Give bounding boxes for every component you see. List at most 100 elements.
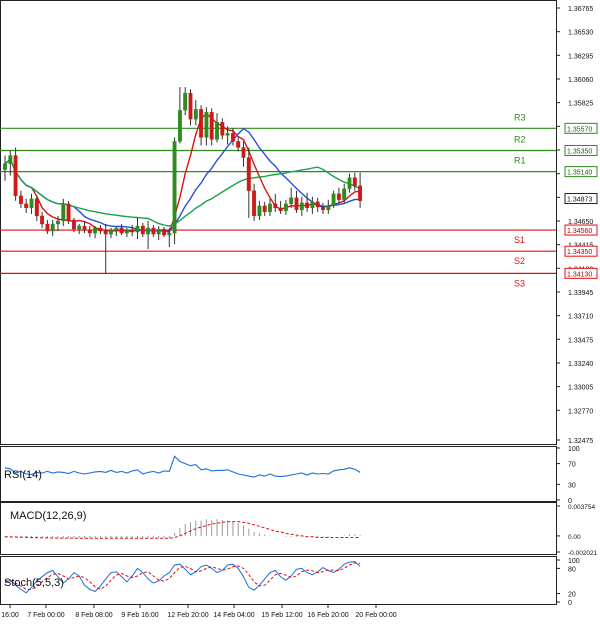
candle-body — [87, 229, 92, 234]
candle-body — [315, 201, 320, 208]
macd-tick-label: -0.002021 — [568, 550, 598, 557]
time-tick-label: 20 Feb 00:00 — [355, 612, 396, 619]
candle-body — [358, 185, 363, 201]
candle-body — [93, 227, 98, 234]
candle-body — [193, 109, 198, 120]
candle-body — [220, 122, 225, 136]
candle-body — [124, 229, 129, 234]
candle-body — [283, 203, 288, 212]
candle-body — [61, 203, 66, 222]
level-name-s1: S1 — [514, 235, 525, 245]
candle-body — [241, 147, 246, 158]
candle-body — [225, 133, 230, 136]
current-price-tag: 1.34873 — [564, 193, 598, 205]
price-tick-label: 1.33005 — [568, 385, 593, 392]
candle-body — [82, 225, 87, 231]
candle-body — [262, 205, 267, 213]
candle-body — [162, 228, 166, 236]
candle-body — [188, 92, 193, 120]
candle-body — [172, 141, 177, 234]
candle-body — [3, 163, 7, 170]
time-tick-label: 16 Feb 20:00 — [307, 612, 348, 619]
level-tag-text-s1: 1.34560 — [567, 228, 592, 235]
candle-body — [24, 203, 29, 209]
candle-body — [352, 177, 357, 186]
candle-body — [13, 155, 18, 196]
candle-body — [326, 205, 331, 211]
level-name-r2: R2 — [514, 134, 526, 144]
candle-body — [209, 112, 214, 140]
candle-body — [305, 202, 310, 209]
price-tick-label: 1.33710 — [568, 314, 593, 321]
time-tick-label: 15 Feb 12:00 — [261, 612, 302, 619]
price-tick-label: 1.33945 — [568, 290, 593, 297]
candle-body — [347, 177, 352, 189]
candle-body — [146, 227, 151, 235]
price-tick-label: 1.35825 — [568, 101, 593, 108]
time-tick-label: 7 Feb 00:00 — [27, 612, 64, 619]
price-tick-label: 1.33475 — [568, 337, 593, 344]
candle-body — [204, 112, 209, 138]
candle-body — [268, 203, 272, 213]
candle-body — [199, 109, 204, 138]
price-tick-label: 1.32475 — [568, 438, 593, 445]
candle-body — [77, 225, 82, 230]
macd-tick-label: 0.003754 — [568, 504, 595, 511]
candle-body — [183, 92, 188, 111]
time-tick-label: 8 Feb 08:00 — [75, 612, 112, 619]
stoch-tick-label: 20 — [568, 592, 576, 599]
candle-body — [119, 227, 124, 234]
time-tick-label: 14 Feb 04:00 — [213, 612, 254, 619]
candle-body — [135, 225, 140, 233]
candle-body — [273, 203, 278, 209]
candle-body — [109, 229, 113, 235]
price-tick-label: 1.33240 — [568, 361, 593, 368]
candle-body — [50, 223, 55, 232]
candle-body — [230, 133, 235, 142]
candle-body — [252, 190, 257, 217]
candle-body — [342, 188, 347, 200]
price-tick-label: 1.36530 — [568, 30, 593, 37]
price-tick-label: 1.36060 — [568, 77, 593, 84]
candle-body — [140, 225, 145, 235]
candle-body — [310, 201, 315, 209]
time-tick-label: 16:00 — [1, 612, 19, 619]
candle-body — [289, 197, 294, 205]
candle-body — [215, 122, 219, 140]
candle-body — [40, 215, 45, 225]
level-name-s2: S2 — [514, 256, 525, 266]
candle-body — [8, 155, 13, 164]
candle-body — [29, 198, 34, 209]
candle-body — [294, 197, 299, 211]
level-name-r3: R3 — [514, 112, 526, 122]
rsi-label: RSI(14) — [4, 469, 42, 481]
forex-chart-window: 1.36765 1.36530 1.36295 1.36060 1.35825 1.355… — [0, 0, 600, 622]
candle-body — [71, 219, 76, 230]
stoch-tick-label: 100 — [568, 558, 580, 565]
candle-body — [236, 141, 241, 148]
rsi-tick-label: 70 — [568, 462, 576, 469]
price-tick-label: 1.36765 — [568, 6, 593, 13]
candle-body — [45, 223, 50, 232]
candle-body — [103, 230, 108, 235]
macd-label: MACD(12,26,9) — [10, 510, 86, 522]
candle-body — [321, 206, 325, 211]
rsi-tick-label: 30 — [568, 482, 576, 489]
candle-body — [156, 228, 161, 235]
candle-body — [98, 227, 103, 232]
candle-body — [331, 193, 336, 207]
candle-body — [56, 220, 60, 225]
candle-body — [257, 205, 262, 217]
price-tick-label: 1.36295 — [568, 53, 593, 60]
rsi-tick-label: 100 — [568, 446, 580, 453]
chart-canvas[interactable]: 1.36765 1.36530 1.36295 1.36060 1.35825 1.355… — [0, 0, 600, 622]
level-tag-text-r1: 1.35140 — [567, 170, 592, 177]
stoch-label: Stoch(5,5,3) — [4, 577, 64, 589]
candle-body — [130, 229, 135, 233]
level-tag-text-r3: 1.35570 — [567, 126, 592, 133]
level-tag-text-r2: 1.35350 — [567, 148, 592, 155]
candle-body — [278, 207, 283, 212]
time-tick-label: 9 Feb 16:00 — [121, 612, 158, 619]
level-tag-text-s2: 1.34350 — [567, 249, 592, 256]
stoch-tick-label: 0 — [568, 600, 572, 607]
